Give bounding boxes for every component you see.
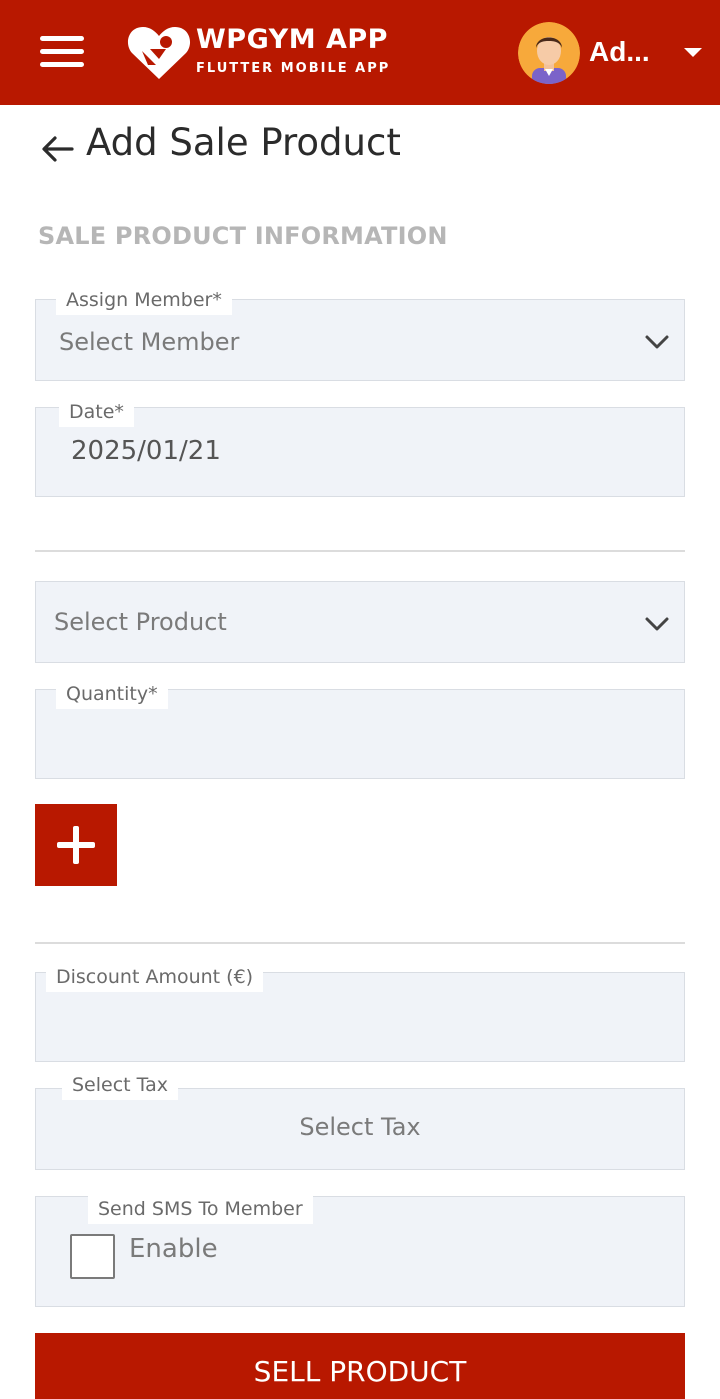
tax-select[interactable]: Select Tax bbox=[35, 1088, 685, 1170]
section-title: SALE PRODUCT INFORMATION bbox=[38, 222, 448, 250]
add-product-button[interactable] bbox=[35, 804, 117, 886]
product-value: Select Product bbox=[54, 608, 227, 636]
brand-title: WPGYM APP bbox=[196, 24, 388, 55]
assign-member-value: Select Member bbox=[59, 328, 240, 356]
divider bbox=[35, 550, 685, 552]
caret-down-icon[interactable] bbox=[684, 48, 702, 57]
enable-sms-checkbox[interactable] bbox=[70, 1234, 115, 1279]
avatar[interactable] bbox=[518, 22, 580, 84]
chevron-down-icon bbox=[645, 335, 669, 349]
send-sms-label: Send SMS To Member bbox=[88, 1195, 313, 1224]
tax-label: Select Tax bbox=[62, 1071, 179, 1100]
sell-product-button[interactable]: SELL PRODUCT bbox=[35, 1333, 685, 1399]
date-label: Date* bbox=[59, 398, 134, 427]
chevron-down-icon bbox=[645, 617, 669, 631]
enable-sms-label[interactable]: Enable bbox=[129, 1234, 218, 1264]
brand-logo-icon bbox=[127, 27, 191, 79]
assign-member-label: Assign Member* bbox=[56, 286, 232, 315]
discount-amount-label: Discount Amount (€) bbox=[46, 963, 264, 992]
sell-product-label: SELL PRODUCT bbox=[253, 1355, 467, 1388]
app-bar: WPGYM APP FLUTTER MOBILE APP Ad... bbox=[0, 0, 720, 105]
user-name[interactable]: Ad... bbox=[589, 36, 650, 68]
user-avatar-icon bbox=[518, 22, 580, 84]
hamburger-menu-icon[interactable] bbox=[40, 36, 84, 68]
brand-subtitle: FLUTTER MOBILE APP bbox=[196, 61, 391, 76]
page-title: Add Sale Product bbox=[86, 121, 401, 164]
product-select[interactable]: Select Product bbox=[35, 581, 685, 663]
date-value: 2025/01/21 bbox=[71, 436, 221, 466]
tax-value: Select Tax bbox=[299, 1113, 421, 1141]
divider bbox=[35, 942, 685, 944]
quantity-label: Quantity* bbox=[56, 680, 168, 709]
back-arrow-icon[interactable] bbox=[38, 128, 78, 168]
